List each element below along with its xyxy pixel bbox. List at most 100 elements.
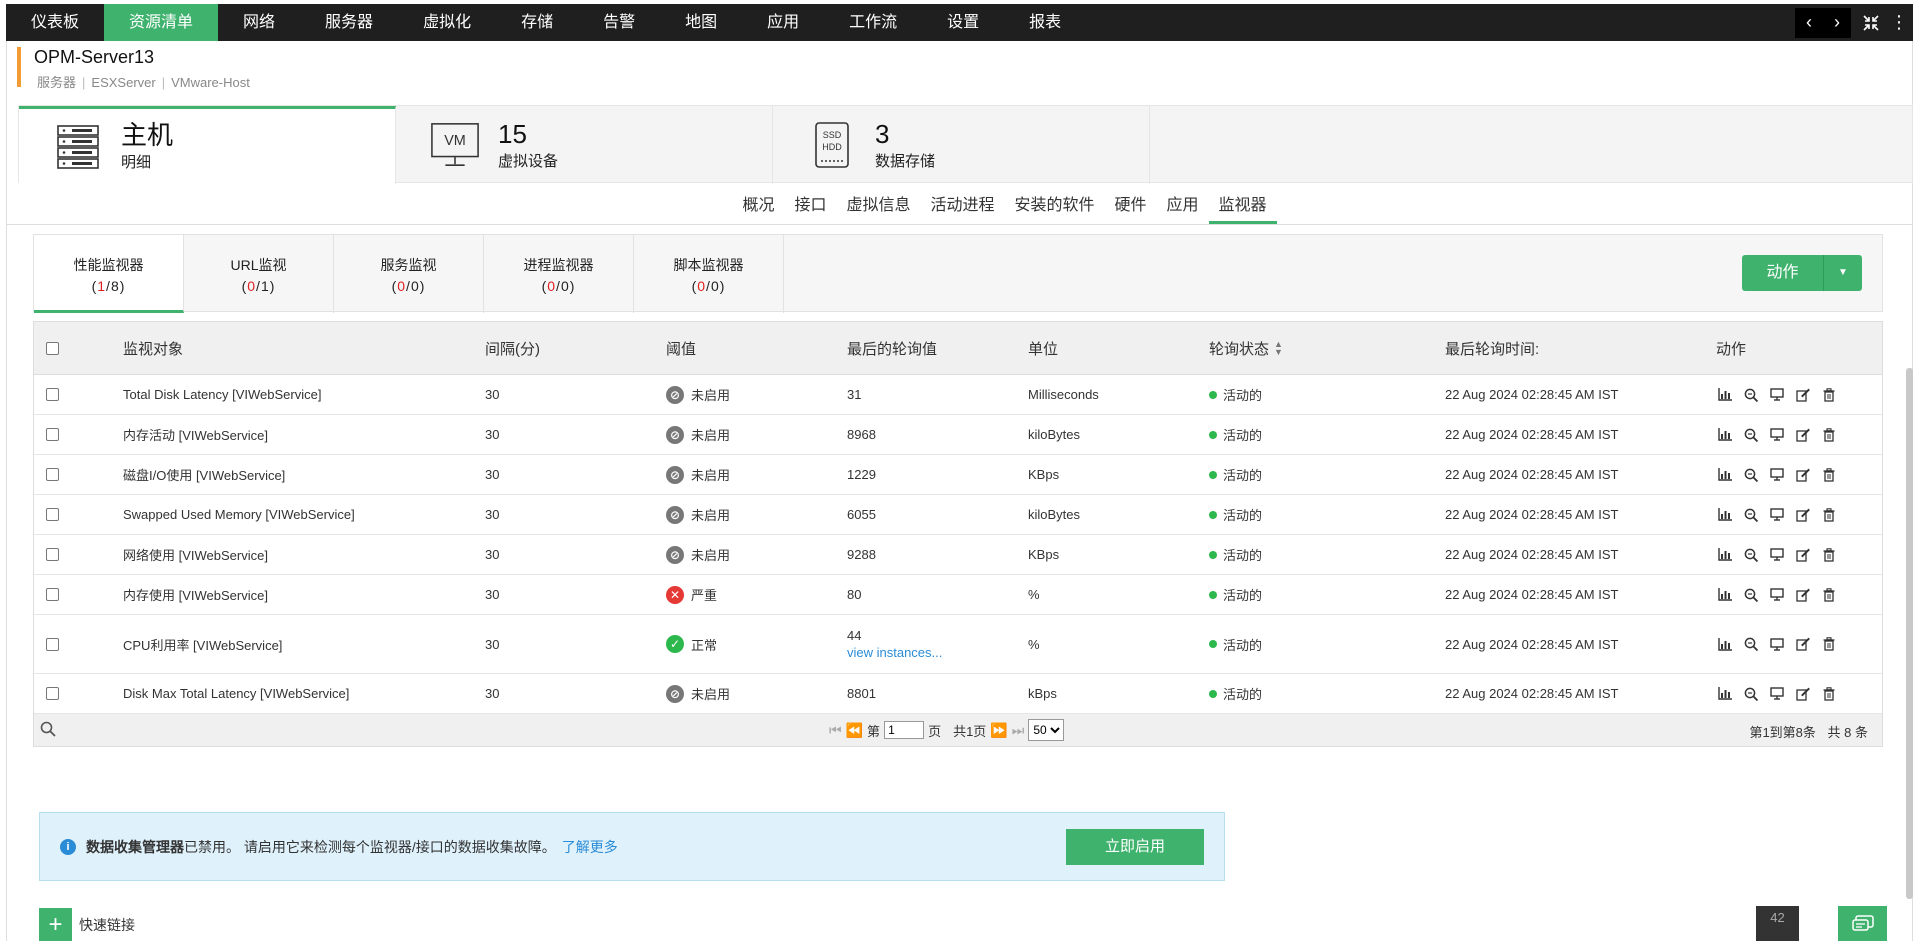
edit-icon[interactable] [1794,587,1811,603]
monitor-icon[interactable] [1768,467,1785,483]
datastore-card[interactable]: SSD HDD 3 数据存储 [773,106,1150,184]
monitor-icon[interactable] [1768,587,1785,603]
nav-item[interactable]: 报表 [1004,4,1086,41]
monitor-tab[interactable]: 服务监视 (0/0) [334,235,484,313]
table-row[interactable]: 内存使用 [VIWebService] 30 ✕ 严重 80% 活动的 22 Aug 202… [34,575,1882,615]
monitor-tab[interactable]: 性能监视器 (1/8) [34,235,184,313]
edit-icon[interactable] [1794,507,1811,523]
chart-icon[interactable] [1716,507,1733,523]
vm-card[interactable]: VM 15 虚拟设备 [396,106,773,184]
zoom-icon[interactable] [1742,636,1759,652]
chart-icon[interactable] [1716,467,1733,483]
nav-item[interactable]: 仪表板 [6,4,104,41]
collapse-icon[interactable] [1857,9,1885,37]
quick-link-label[interactable]: 快速链接 [79,915,135,935]
delete-icon[interactable] [1820,636,1837,652]
edit-icon[interactable] [1794,427,1811,443]
col-last-value[interactable]: 最后的轮询值 [847,322,937,374]
row-checkbox[interactable] [46,637,59,651]
col-status[interactable]: 轮询状态 ▲ ▼ [1209,322,1283,374]
nav-back-icon[interactable]: ‹ [1795,9,1823,37]
monitor-name[interactable]: CPU利用率 [VIWebService] [123,615,282,673]
edit-icon[interactable] [1794,467,1811,483]
row-checkbox[interactable] [46,388,59,401]
sub-tab[interactable]: 安装的软件 [1005,185,1105,224]
zoom-icon[interactable] [1742,547,1759,563]
last-page-icon[interactable]: ⏭ [1012,722,1025,739]
table-row[interactable]: 网络使用 [VIWebService] 30 ⊘ 未启用 9288 KBps 活动的 22 A… [34,535,1882,575]
monitor-icon[interactable] [1768,636,1785,652]
monitor-tab[interactable]: 脚本监视器 (0/0) [634,235,784,313]
caret-down-icon[interactable]: ▼ [1824,255,1862,291]
sub-tab[interactable]: 监视器 [1208,185,1277,224]
monitor-name[interactable]: Total Disk Latency [VIWebService] [123,375,321,414]
row-checkbox[interactable] [46,588,59,601]
chart-icon[interactable] [1716,686,1733,702]
monitor-name[interactable]: Disk Max Total Latency [VIWebService] [123,674,349,713]
device-tag[interactable]: 服务器 [34,75,79,90]
row-checkbox[interactable] [46,468,59,481]
sub-tab[interactable]: 虚拟信息 [836,185,920,224]
next-page-icon[interactable]: ⏩ [990,722,1007,739]
notification-count-badge[interactable]: 42 [1756,906,1799,941]
monitor-icon[interactable] [1768,387,1785,403]
delete-icon[interactable] [1820,587,1837,603]
nav-item[interactable]: 网络 [218,4,300,41]
device-tag[interactable]: ESXServer [88,75,158,90]
row-checkbox[interactable] [46,687,59,700]
quick-links[interactable]: + 快速链接 [39,908,135,941]
action-button-label[interactable]: 动作 [1742,255,1824,291]
row-checkbox[interactable] [46,428,59,441]
col-interval[interactable]: 间隔(分) [485,322,540,374]
monitor-icon[interactable] [1768,427,1785,443]
zoom-icon[interactable] [1742,467,1759,483]
zoom-icon[interactable] [1742,686,1759,702]
delete-icon[interactable] [1820,387,1837,403]
zoom-icon[interactable] [1742,387,1759,403]
sub-tab[interactable]: 活动进程 [920,185,1004,224]
col-unit[interactable]: 单位 [1028,322,1058,374]
table-row[interactable]: 内存活动 [VIWebService] 30 ⊘ 未启用 8968 kiloBytes 活动… [34,415,1882,455]
page-input[interactable] [884,721,925,739]
host-card[interactable]: 主机 明细 [19,106,396,184]
monitor-icon[interactable] [1768,686,1785,702]
learn-more-link[interactable]: 了解更多 [562,837,618,857]
monitor-icon[interactable] [1768,507,1785,523]
monitor-icon[interactable] [1768,547,1785,563]
monitor-tab[interactable]: 进程监视器 (0/0) [484,235,634,313]
nav-item[interactable]: 设置 [922,4,1004,41]
chart-icon[interactable] [1716,427,1733,443]
search-icon[interactable] [40,721,56,740]
edit-icon[interactable] [1794,547,1811,563]
chat-icon[interactable] [1838,906,1887,941]
nav-item[interactable]: 虚拟化 [398,4,496,41]
edit-icon[interactable] [1794,686,1811,702]
page-size-select[interactable]: 50 [1028,719,1065,741]
view-instances-link[interactable]: view instances... [847,644,942,661]
plus-icon[interactable]: + [39,908,72,941]
col-last-time[interactable]: 最后轮询时间: [1445,322,1539,374]
nav-item[interactable]: 告警 [578,4,660,41]
sub-tab[interactable]: 应用 [1157,185,1209,224]
delete-icon[interactable] [1820,427,1837,443]
monitor-name[interactable]: 内存使用 [VIWebService] [123,575,268,614]
col-object[interactable]: 监视对象 [123,322,183,374]
table-row[interactable]: Swapped Used Memory [VIWebService] 30 ⊘ 未启用… [34,495,1882,535]
monitor-name[interactable]: 网络使用 [VIWebService] [123,535,268,574]
sub-tab[interactable]: 概况 [732,185,784,224]
scrollbar[interactable] [1906,368,1913,899]
nav-item[interactable]: 应用 [742,4,824,41]
sub-tab[interactable]: 硬件 [1105,185,1157,224]
table-row[interactable]: Disk Max Total Latency [VIWebService] 30 ⊘… [34,674,1882,714]
table-row[interactable]: 磁盘I/O使用 [VIWebService] 30 ⊘ 未启用 1229 KBps 活动的 2… [34,455,1882,495]
select-all-checkbox[interactable] [46,341,59,355]
more-vertical-icon[interactable]: ⋮ [1885,9,1913,37]
first-page-icon[interactable]: ⏮ [829,722,842,739]
enable-now-button[interactable]: 立即启用 [1066,829,1204,865]
nav-forward-icon[interactable]: › [1823,9,1851,37]
delete-icon[interactable] [1820,686,1837,702]
monitor-tab[interactable]: URL监视 (0/1) [184,235,334,313]
zoom-icon[interactable] [1742,507,1759,523]
nav-item[interactable]: 工作流 [824,4,922,41]
col-threshold[interactable]: 阈值 [666,322,696,374]
